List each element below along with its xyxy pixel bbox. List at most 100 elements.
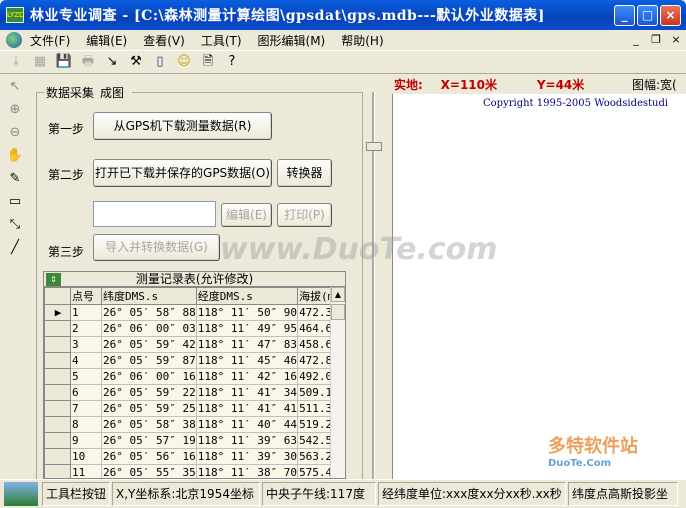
menu-file[interactable]: 文件(F)	[30, 32, 70, 49]
row-selector[interactable]	[44, 416, 71, 433]
document-icon[interactable]: 🗎	[198, 53, 218, 71]
row-selector[interactable]	[44, 320, 71, 337]
zoom-slider[interactable]	[366, 92, 382, 482]
tab-mapping[interactable]: 成图	[100, 84, 124, 101]
smiley-icon[interactable]: ☺	[174, 53, 194, 71]
open-gps-data-button[interactable]: 打开已下载并保存的GPS数据(O)	[93, 159, 272, 187]
cell-longitude[interactable]: 118° 11′ 41″ 34	[195, 384, 299, 401]
status-toolbar-button[interactable]: 工具栏按钮	[42, 482, 110, 506]
cell-point-no[interactable]: 3	[70, 336, 102, 353]
edit-button[interactable]: 编辑(E)	[221, 203, 272, 227]
row-selector[interactable]	[44, 400, 71, 417]
cell-latitude[interactable]: 26° 05′ 59″ 25	[101, 400, 197, 417]
close-button[interactable]: ×	[660, 5, 681, 26]
menu-graphics-edit[interactable]: 图形编辑(M)	[258, 32, 326, 49]
cell-latitude[interactable]: 26° 06′ 00″ 03	[101, 320, 197, 337]
cell-point-no[interactable]: 11	[70, 464, 102, 478]
table-row[interactable]: 4 26° 05′ 59″ 87 118° 11′ 45″ 46 472.85	[44, 352, 342, 369]
row-selector[interactable]: ▶	[44, 304, 71, 321]
cell-longitude[interactable]: 118° 11′ 47″ 83	[195, 336, 299, 353]
calculator-icon[interactable]: ▯	[150, 53, 170, 71]
converter-button[interactable]: 转换器	[277, 159, 332, 187]
pan-hand-icon[interactable]: ✋	[4, 146, 26, 166]
record-table[interactable]: ⇕ 测量记录表(允许修改) 点号 纬度DMS.s 经度DMS.s 海拔(m) ▶…	[43, 271, 346, 479]
cell-point-no[interactable]: 4	[70, 352, 102, 369]
cell-latitude[interactable]: 26° 05′ 59″ 42	[101, 336, 197, 353]
edit-icon[interactable]: ✎	[4, 169, 26, 189]
help-icon[interactable]: ?	[222, 53, 242, 71]
row-selector[interactable]	[44, 368, 71, 385]
import-icon[interactable]: ⤓	[6, 53, 26, 71]
sort-arrows-icon[interactable]: ⇕	[46, 273, 61, 286]
cell-latitude[interactable]: 26° 05′ 56″ 16	[101, 448, 197, 465]
save-icon[interactable]: 💾	[54, 53, 74, 71]
cell-longitude[interactable]: 118° 11′ 39″ 30	[195, 448, 299, 465]
pointer-icon[interactable]: ↖	[4, 77, 26, 97]
cell-longitude[interactable]: 118° 11′ 50″ 90	[195, 304, 299, 321]
row-selector[interactable]	[44, 432, 71, 449]
cell-latitude[interactable]: 26° 05′ 58″ 38	[101, 416, 197, 433]
cell-point-no[interactable]: 1	[70, 304, 102, 321]
row-selector[interactable]	[44, 464, 71, 478]
mdi-close-button[interactable]: ×	[668, 33, 684, 47]
slider-thumb[interactable]	[366, 142, 382, 151]
scroll-thumb[interactable]	[331, 304, 345, 320]
cell-latitude[interactable]: 26° 05′ 59″ 87	[101, 352, 197, 369]
cell-longitude[interactable]: 118° 11′ 45″ 46	[195, 352, 299, 369]
cell-point-no[interactable]: 6	[70, 384, 102, 401]
table-row[interactable]: 7 26° 05′ 59″ 25 118° 11′ 41″ 41 511.3	[44, 400, 342, 417]
table-row[interactable]: 3 26° 05′ 59″ 42 118° 11′ 47″ 83 458.67	[44, 336, 342, 353]
cell-latitude[interactable]: 26° 05′ 55″ 35	[101, 464, 197, 478]
globe-icon[interactable]	[6, 32, 22, 48]
table-row[interactable]: 6 26° 05′ 59″ 22 118° 11′ 41″ 34 509.14	[44, 384, 342, 401]
mdi-minimize-button[interactable]: _	[628, 33, 644, 47]
row-selector[interactable]	[44, 384, 71, 401]
maximize-button[interactable]: □	[637, 5, 658, 26]
pencil-icon[interactable]: ╱	[4, 238, 26, 258]
cell-longitude[interactable]: 118° 11′ 49″ 95	[195, 320, 299, 337]
tools-icon[interactable]: ⚒	[126, 53, 146, 71]
cell-point-no[interactable]: 5	[70, 368, 102, 385]
cell-latitude[interactable]: 26° 05′ 59″ 22	[101, 384, 197, 401]
minimize-button[interactable]: _	[614, 5, 635, 26]
table-row[interactable]: 5 26° 06′ 00″ 16 118° 11′ 42″ 16 492.08	[44, 368, 342, 385]
table-row[interactable]: 2 26° 06′ 00″ 03 118° 11′ 49″ 95 464.68	[44, 320, 342, 337]
menu-view[interactable]: 查看(V)	[143, 32, 185, 49]
zoom-in-icon[interactable]: ⊕	[4, 100, 26, 120]
cell-point-no[interactable]: 8	[70, 416, 102, 433]
cell-point-no[interactable]: 7	[70, 400, 102, 417]
table-row[interactable]: 8 26° 05′ 58″ 38 118° 11′ 40″ 44 519.23	[44, 416, 342, 433]
print-button[interactable]: 打印(P)	[277, 203, 332, 227]
scroll-up-icon[interactable]: ▲	[331, 287, 345, 302]
zoom-out-icon[interactable]: ⊖	[4, 123, 26, 143]
filename-field[interactable]	[93, 201, 216, 227]
cell-latitude[interactable]: 26° 05′ 58″ 88	[101, 304, 197, 321]
cell-point-no[interactable]: 9	[70, 432, 102, 449]
select-icon[interactable]: ⤡	[4, 215, 26, 235]
download-gps-button[interactable]: 从GPS机下载测量数据(R)	[93, 112, 272, 140]
row-selector[interactable]	[44, 352, 71, 369]
cell-longitude[interactable]: 118° 11′ 39″ 63	[195, 432, 299, 449]
measure-icon[interactable]: ↘	[102, 53, 122, 71]
table-row[interactable]: 10 26° 05′ 56″ 16 118° 11′ 39″ 30 563.21	[44, 448, 342, 465]
cell-latitude[interactable]: 26° 05′ 57″ 19	[101, 432, 197, 449]
table-row[interactable]: ▶ 1 26° 05′ 58″ 88 118° 11′ 50″ 90 472.37	[44, 304, 342, 321]
row-selector[interactable]	[44, 448, 71, 465]
menu-edit[interactable]: 编辑(E)	[86, 32, 127, 49]
cell-longitude[interactable]: 118° 11′ 40″ 44	[195, 416, 299, 433]
cell-latitude[interactable]: 26° 06′ 00″ 16	[101, 368, 197, 385]
table-scrollbar[interactable]: ▲	[330, 287, 345, 478]
map-canvas[interactable]: Copyright 1995-2005 Woodsidestudi	[392, 94, 686, 479]
cell-longitude[interactable]: 118° 11′ 42″ 16	[195, 368, 299, 385]
row-selector[interactable]	[44, 336, 71, 353]
ruler-icon[interactable]: ▭	[4, 192, 26, 212]
cell-point-no[interactable]: 2	[70, 320, 102, 337]
mdi-restore-button[interactable]: ❐	[648, 33, 664, 47]
table-row[interactable]: 11 26° 05′ 55″ 35 118° 11′ 38″ 70 575.47	[44, 464, 342, 478]
cell-longitude[interactable]: 118° 11′ 38″ 70	[195, 464, 299, 478]
tab-data-collection[interactable]: 数据采集	[46, 84, 94, 101]
menu-help[interactable]: 帮助(H)	[341, 32, 383, 49]
cell-longitude[interactable]: 118° 11′ 41″ 41	[195, 400, 299, 417]
import-convert-button[interactable]: 导入并转换数据(G)	[93, 234, 220, 261]
table-row[interactable]: 9 26° 05′ 57″ 19 118° 11′ 39″ 63 542.55	[44, 432, 342, 449]
